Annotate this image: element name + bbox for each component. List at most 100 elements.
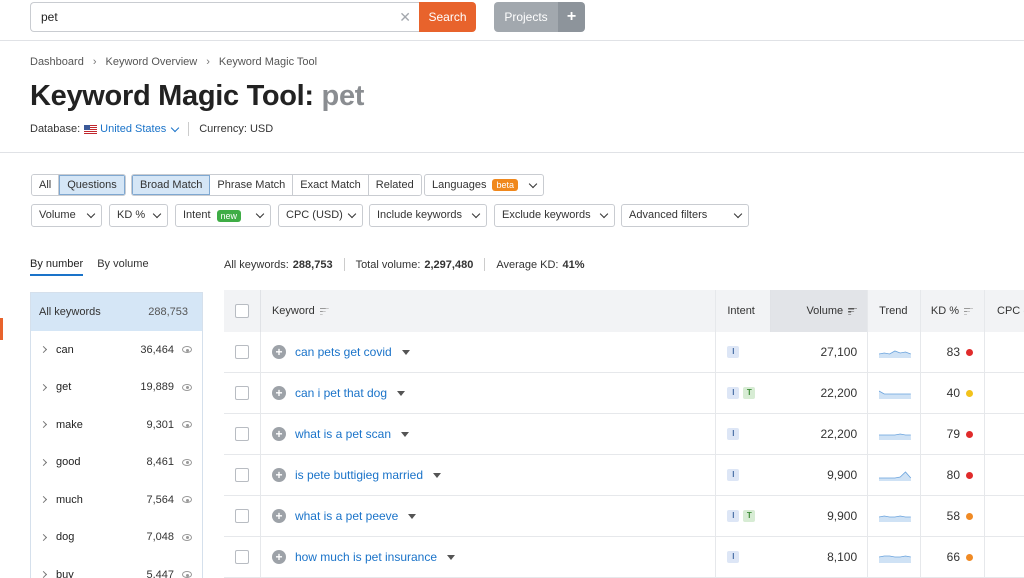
tab-by-number[interactable]: By number	[30, 258, 84, 276]
include-keywords-dropdown[interactable]: Include keywords	[369, 204, 487, 227]
row-checkbox[interactable]	[234, 509, 249, 523]
chevron-down-icon	[347, 209, 357, 219]
trend-cell	[867, 332, 920, 372]
chevron-right-icon[interactable]	[39, 571, 48, 578]
row-checkbox[interactable]	[234, 550, 249, 564]
cpc-cell	[984, 496, 1024, 536]
filter-exact-match[interactable]: Exact Match	[293, 175, 369, 195]
add-to-list-icon[interactable]: +	[271, 509, 286, 523]
volume-cell: 8,100	[827, 550, 858, 564]
add-to-list-icon[interactable]: +	[271, 345, 286, 359]
filter-questions[interactable]: Questions	[59, 175, 125, 195]
intent-cell: IT	[715, 496, 770, 536]
keyword-link[interactable]: can i pet that dog	[295, 386, 387, 400]
caret-down-icon[interactable]	[408, 513, 417, 519]
column-header-volume[interactable]: Volume	[770, 290, 868, 332]
keyword-stats: All keywords: 288,753 Total volume: 2,29…	[224, 258, 585, 271]
search-input[interactable]	[31, 3, 371, 31]
add-project-button[interactable]: +	[558, 2, 585, 32]
keyword-cell: + how much is pet insurance	[259, 537, 715, 577]
table-row: + can pets get covid I 27,100 83	[224, 332, 1024, 373]
kd-value: 80	[946, 468, 961, 482]
eye-icon[interactable]	[182, 383, 192, 391]
chevron-right-icon[interactable]	[39, 421, 48, 429]
advanced-filters-dropdown[interactable]: Advanced filters	[621, 204, 749, 227]
row-select-cell	[224, 496, 260, 536]
sidebar-item-can[interactable]: can 36,464	[31, 331, 202, 369]
tab-by-volume[interactable]: By volume	[97, 258, 148, 276]
column-header-kd[interactable]: KD %	[920, 290, 984, 332]
caret-down-icon[interactable]	[401, 349, 410, 355]
eye-icon[interactable]	[182, 458, 192, 466]
table-row: + what is a pet scan I 22,200 79	[224, 414, 1024, 455]
languages-dropdown[interactable]: Languages beta	[424, 174, 544, 196]
intent-dropdown[interactable]: Intent new	[175, 204, 271, 227]
sidebar-item-buy[interactable]: buy 5,447	[31, 556, 202, 578]
row-checkbox[interactable]	[234, 345, 249, 359]
add-to-list-icon[interactable]: +	[271, 468, 286, 482]
row-checkbox[interactable]	[234, 386, 249, 400]
add-to-list-icon[interactable]: +	[271, 427, 286, 441]
chevron-right-icon[interactable]	[39, 346, 48, 354]
keyword-link[interactable]: what is a pet peeve	[295, 509, 398, 523]
database-label: Database:	[30, 123, 81, 135]
volume-dropdown[interactable]: Volume	[31, 204, 102, 227]
keyword-groups-sidebar: All keywords 288,753 can 36,464 get 19,889 m…	[30, 292, 203, 578]
row-checkbox[interactable]	[234, 427, 249, 441]
caret-down-icon[interactable]	[447, 554, 456, 560]
sidebar-item-dog[interactable]: dog 7,048	[31, 519, 202, 557]
sort-icon[interactable]	[319, 307, 329, 315]
sidebar-item-label: All keywords	[39, 306, 101, 318]
close-icon[interactable]: ✕	[399, 9, 411, 26]
trend-cell	[867, 537, 920, 577]
cpc-dropdown[interactable]: CPC (USD)	[278, 204, 363, 227]
eye-icon[interactable]	[182, 496, 192, 504]
caret-down-icon[interactable]	[401, 431, 410, 437]
kd-dropdown[interactable]: KD %	[109, 204, 168, 227]
breadcrumb-dashboard[interactable]: Dashboard	[30, 56, 84, 68]
column-header-cpc[interactable]: CPC (	[984, 290, 1024, 332]
sort-icon[interactable]	[964, 307, 974, 315]
eye-icon[interactable]	[182, 346, 192, 354]
sidebar-item-much[interactable]: much 7,564	[31, 481, 202, 519]
search-button[interactable]: Search	[419, 2, 476, 32]
sidebar-item-all-keywords[interactable]: All keywords 288,753	[31, 293, 202, 331]
column-header-label: Intent	[727, 305, 755, 317]
eye-icon[interactable]	[182, 421, 192, 429]
column-header-keyword[interactable]: Keyword	[259, 290, 715, 332]
exclude-keywords-dropdown[interactable]: Exclude keywords	[494, 204, 615, 227]
kd-difficulty-dot	[966, 553, 974, 561]
sort-icon[interactable]	[848, 307, 858, 315]
caret-down-icon[interactable]	[397, 390, 406, 396]
keyword-link[interactable]: what is a pet scan	[295, 427, 391, 441]
row-select-cell	[224, 455, 260, 495]
keyword-link[interactable]: is pete buttigieg married	[295, 468, 423, 482]
filter-related[interactable]: Related	[368, 175, 421, 195]
chevron-down-icon[interactable]	[170, 123, 180, 132]
chevron-right-icon[interactable]	[39, 383, 48, 391]
select-all-checkbox[interactable]	[234, 304, 249, 318]
keyword-link[interactable]: can pets get covid	[295, 345, 392, 359]
row-checkbox[interactable]	[234, 468, 249, 482]
sidebar-item-count: 7,564	[146, 493, 174, 506]
filter-all[interactable]: All	[32, 175, 60, 195]
add-to-list-icon[interactable]: +	[271, 386, 286, 400]
sidebar-item-get[interactable]: get 19,889	[31, 369, 202, 407]
eye-icon[interactable]	[182, 571, 192, 578]
sidebar-item-good[interactable]: good 8,461	[31, 444, 202, 482]
add-to-list-icon[interactable]: +	[271, 550, 286, 564]
chevron-right-icon[interactable]	[39, 458, 48, 466]
sidebar-item-make[interactable]: make 9,301	[31, 406, 202, 444]
eye-icon[interactable]	[182, 533, 192, 541]
chevron-right-icon[interactable]	[39, 533, 48, 541]
sidebar-item-count: 7,048	[146, 531, 174, 544]
keyword-link[interactable]: how much is pet insurance	[295, 550, 437, 564]
breadcrumb-keyword-overview[interactable]: Keyword Overview	[106, 56, 198, 68]
new-badge: new	[216, 209, 242, 222]
filter-phrase-match[interactable]: Phrase Match	[210, 175, 294, 195]
projects-button[interactable]: Projects	[494, 2, 558, 32]
caret-down-icon[interactable]	[433, 472, 442, 478]
filter-broad-match[interactable]: Broad Match	[132, 175, 211, 195]
database-selector[interactable]: United States	[100, 123, 166, 135]
chevron-right-icon[interactable]	[39, 496, 48, 504]
